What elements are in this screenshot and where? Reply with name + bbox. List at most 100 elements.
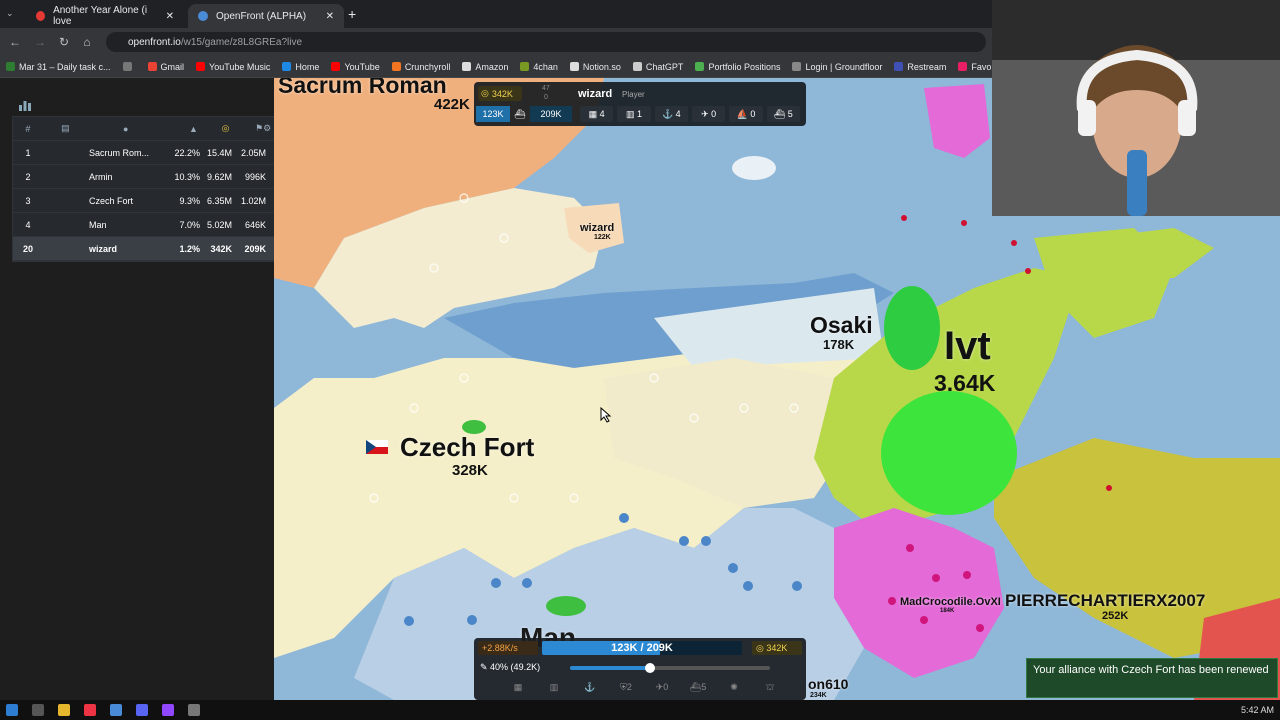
cell-name: Czech Fort bbox=[89, 195, 134, 206]
bookmark-icon bbox=[6, 62, 15, 71]
search-icon[interactable] bbox=[32, 704, 44, 716]
bookmark-icon bbox=[147, 62, 157, 71]
build-icon: ⛨ bbox=[620, 682, 627, 692]
url-field[interactable]: openfront.io/w15/game/z8L8GREa?live bbox=[106, 32, 986, 52]
alliance-toast[interactable]: Your alliance with Czech Fort has been r… bbox=[1026, 658, 1278, 698]
build-button[interactable]: ⛴5 bbox=[684, 682, 712, 696]
bookmark-label: 4chan bbox=[533, 61, 558, 72]
streamer-image bbox=[992, 0, 1280, 216]
cell-pct: 10.3% bbox=[174, 171, 200, 182]
bookmark-item[interactable]: Gmail bbox=[147, 62, 184, 72]
build-button[interactable]: ⛫ bbox=[756, 682, 784, 696]
stat-icon: ✈ bbox=[701, 109, 712, 119]
tab-openfront[interactable]: OpenFront (ALPHA) ✕ bbox=[188, 4, 344, 28]
bookmark-label: Mar 31 – Daily task c... bbox=[19, 61, 111, 72]
num-czech-fort: 328K bbox=[452, 462, 488, 479]
flag-header-icon[interactable]: ▤ bbox=[43, 123, 88, 134]
rank-header[interactable]: # bbox=[13, 124, 43, 134]
settings-icon[interactable] bbox=[188, 704, 200, 716]
num-sacrum-roman: 422K bbox=[434, 96, 470, 113]
start-icon[interactable] bbox=[6, 704, 18, 716]
leaderboard-row[interactable]: 1 Sacrum Rom... 22.2% 15.4M 2.05M bbox=[13, 141, 275, 165]
home-icon[interactable]: ⌂ bbox=[79, 34, 95, 50]
troops-a: 123K bbox=[476, 106, 510, 122]
build-button[interactable]: ⛨2 bbox=[612, 682, 640, 696]
leaderboard-row[interactable]: 4 Man 7.0% 5.02M 646K bbox=[13, 213, 275, 237]
new-tab-button[interactable]: + bbox=[348, 6, 356, 22]
tab-music[interactable]: Another Year Alone (i love ✕ bbox=[26, 4, 184, 28]
webcam-overlay bbox=[992, 0, 1280, 216]
num-on610: 234K bbox=[810, 692, 827, 699]
cell-name: Man bbox=[89, 219, 107, 230]
bookmark-item[interactable]: YouTube bbox=[331, 61, 380, 72]
build-button[interactable]: ✺ bbox=[720, 682, 748, 696]
cell-rank: 2 bbox=[25, 171, 31, 182]
cell-rank: 20 bbox=[22, 243, 33, 254]
bookmark-item[interactable]: Notion.so bbox=[569, 62, 621, 72]
gold-header-icon[interactable]: ◎ bbox=[198, 123, 230, 134]
back-icon[interactable]: ← bbox=[7, 34, 23, 50]
leaderboard-icon[interactable] bbox=[18, 98, 32, 112]
troop-count: 123K / 209K bbox=[611, 642, 673, 654]
cell-pct: 7.0% bbox=[179, 219, 200, 230]
build-button[interactable]: ▦ bbox=[504, 682, 532, 696]
discord-icon[interactable] bbox=[136, 704, 148, 716]
bookmark-icon bbox=[331, 62, 341, 71]
chrome-icon[interactable] bbox=[110, 704, 122, 716]
build-buttons: ▦ ▥ ⚓ ⛨2 ✈0 ⛴5 ✺ ⛫ bbox=[504, 682, 784, 696]
troop-bar: 123K / 209K bbox=[542, 641, 742, 655]
cell-troops: 209K bbox=[244, 243, 266, 254]
cell-name: Armin bbox=[89, 171, 113, 182]
stat-chip: ▥ 1 bbox=[617, 106, 651, 122]
bookmark-item[interactable]: Restream bbox=[894, 62, 946, 72]
leaderboard-row[interactable]: 3 Czech Fort 9.3% 6.35M 1.02M bbox=[13, 189, 275, 213]
attack-slider-knob[interactable] bbox=[645, 663, 655, 673]
tab-search-icon[interactable]: ⌄ bbox=[6, 8, 18, 20]
player-header-icon[interactable]: ● bbox=[88, 124, 163, 134]
territory-header-icon[interactable]: ▲ bbox=[163, 124, 198, 134]
sub-top: 47 bbox=[542, 85, 550, 92]
bookmark-item[interactable]: ChatGPT bbox=[632, 61, 684, 72]
bookmark-icon bbox=[695, 62, 705, 71]
label-wizard[interactable]: wizard bbox=[580, 223, 614, 234]
build-button[interactable]: ▥ bbox=[540, 682, 568, 696]
num-madcrocodile: 184K bbox=[940, 608, 955, 614]
close-icon[interactable]: ✕ bbox=[326, 11, 334, 22]
bookmark-label: Crunchyroll bbox=[404, 61, 451, 72]
app-icon[interactable] bbox=[84, 704, 96, 716]
bookmark-item[interactable]: Amazon bbox=[462, 62, 508, 72]
bookmark-item[interactable]: Login | Groundfloor bbox=[792, 62, 882, 72]
bookmark-label: ChatGPT bbox=[645, 61, 684, 72]
troops-header-icon[interactable]: ⚑ bbox=[230, 123, 263, 134]
close-icon[interactable]: ✕ bbox=[166, 11, 174, 22]
cell-name: wizard bbox=[89, 243, 118, 254]
bookmark-item[interactable]: YouTube Music bbox=[196, 62, 270, 72]
bookmark-item[interactable]: 4chan bbox=[520, 62, 558, 72]
bookmark-label: Login | Groundfloor bbox=[805, 61, 883, 72]
gold-badge: ◎ 342K bbox=[478, 86, 522, 101]
num-pierrechartier: 252K bbox=[1102, 610, 1129, 622]
leaderboard-row[interactable]: 20 wizard 1.2% 342K 209K bbox=[13, 237, 275, 261]
stat-value: 0 bbox=[711, 109, 717, 119]
stat-icon: ▦ bbox=[588, 109, 600, 119]
bookmark-item[interactable]: Home bbox=[282, 62, 319, 72]
player-role: Player bbox=[622, 90, 645, 99]
build-button[interactable]: ✈0 bbox=[648, 682, 676, 696]
reload-icon[interactable]: ↻ bbox=[56, 34, 72, 50]
stat-icon: ▥ bbox=[625, 109, 637, 119]
forward-icon[interactable]: → bbox=[32, 34, 48, 50]
attack-slider[interactable] bbox=[570, 663, 770, 673]
build-count: 0 bbox=[663, 682, 669, 692]
bookmark-item[interactable] bbox=[122, 62, 136, 71]
leaderboard-row[interactable]: 2 Armin 10.3% 9.62M 996K bbox=[13, 165, 275, 189]
clock: 5:42 AM bbox=[1240, 705, 1274, 715]
boat-icon: ⛴ bbox=[514, 109, 526, 119]
bookmark-item[interactable]: Crunchyroll bbox=[391, 61, 451, 72]
bookmark-item[interactable]: Portfolio Positions bbox=[695, 62, 780, 72]
obs-icon[interactable] bbox=[162, 704, 174, 716]
bookmark-item[interactable]: Mar 31 – Daily task c... bbox=[6, 62, 111, 72]
explorer-icon[interactable] bbox=[58, 704, 70, 716]
build-button[interactable]: ⚓ bbox=[576, 682, 604, 696]
bookmark-label: YouTube bbox=[344, 61, 380, 72]
stat-value: 5 bbox=[787, 109, 793, 119]
